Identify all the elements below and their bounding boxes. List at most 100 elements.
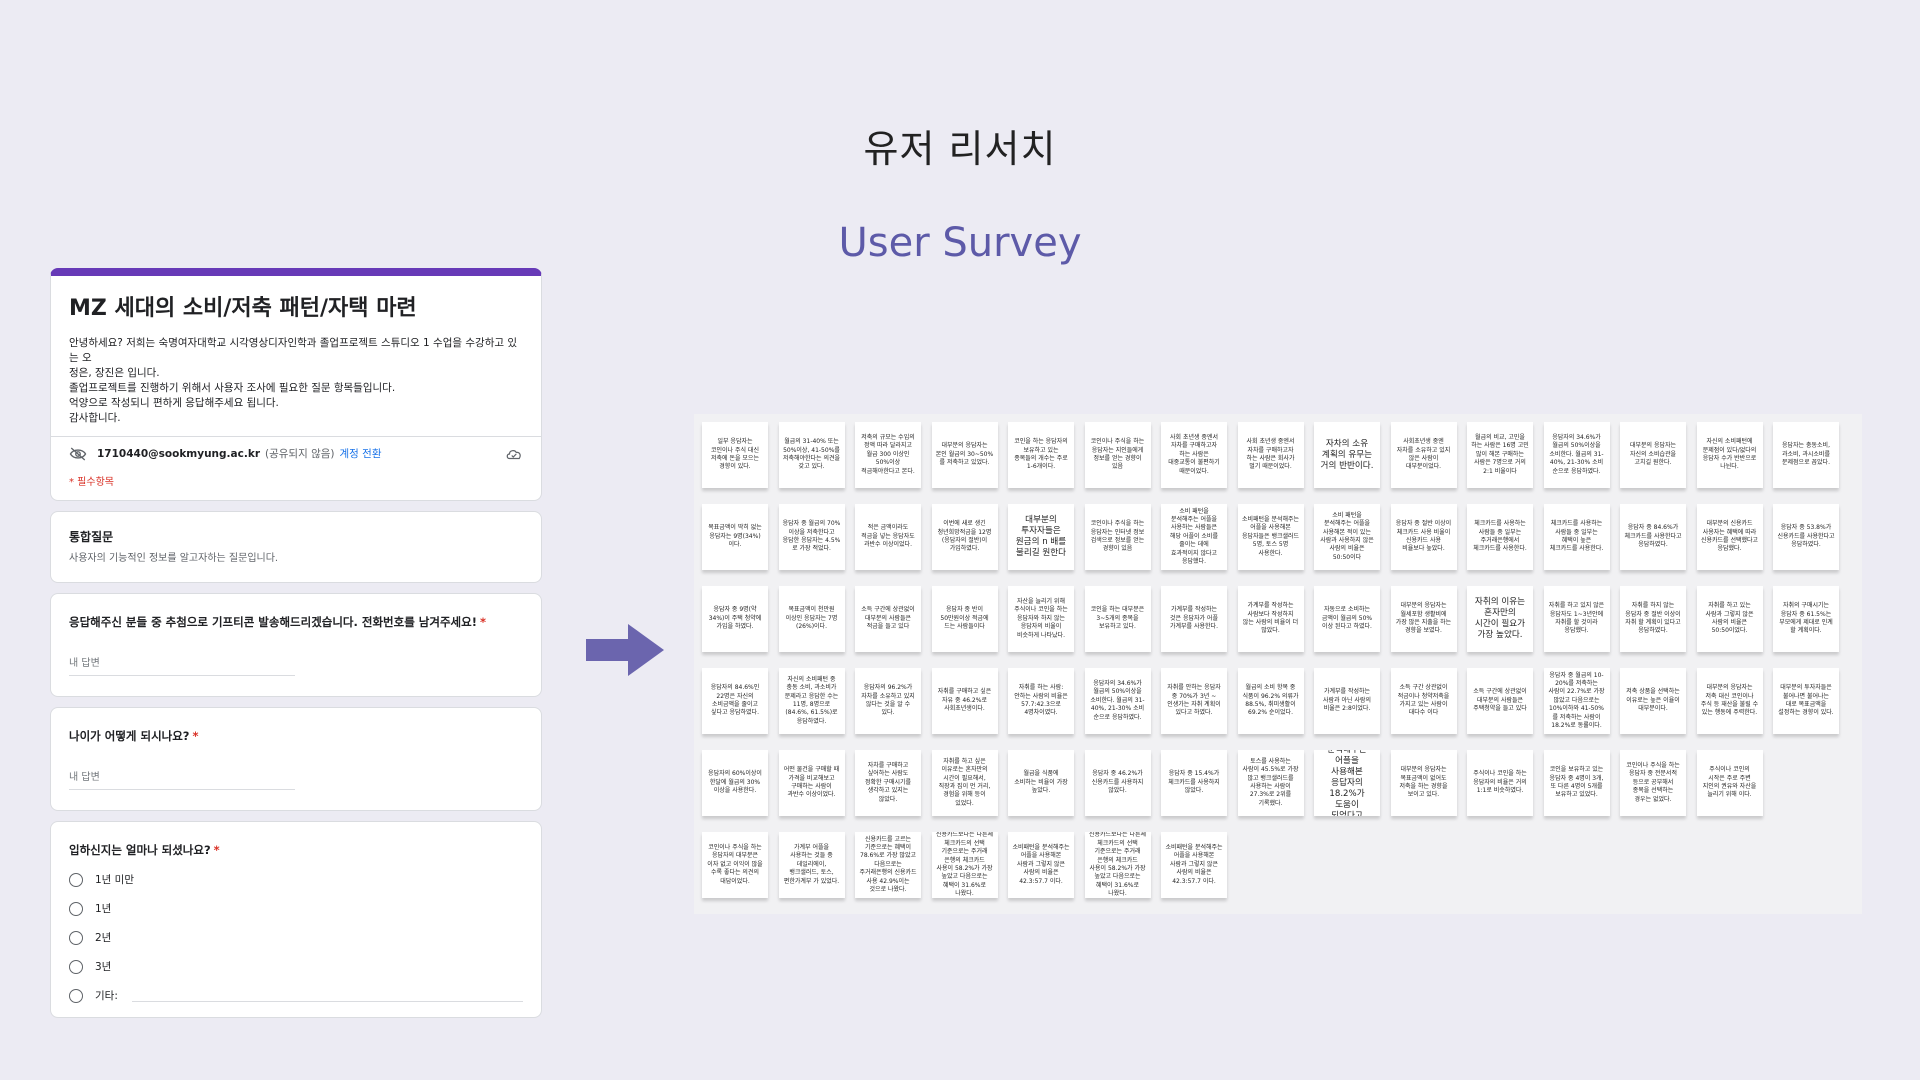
sticky-note-text: 가계부를 작성하는 사람보다 작성하지 않는 사람의 비율이 더 많았다. <box>1242 602 1299 635</box>
sticky-note: 코인이나 주식을 하는 응답자의 대부분은 이자 없고 이익이 많을 수록 좋다… <box>702 832 768 898</box>
sticky-note: 월급의 소비 항목 중 식품이 96.2% 의류가 88.5%, 취미생활이 6… <box>1237 668 1304 734</box>
form-description-line: 억양으로 작성되니 편하게 응답해주세요 됩니다. <box>69 397 279 409</box>
sticky-note-text: 적은 금액이라도 적금을 넣는 응답자도 과반수 이상이었다. <box>861 524 915 549</box>
form-title: MZ 세대의 소비/저축 패턴/자택 마련 <box>69 296 417 321</box>
sticky-note-text: 코인을 하는 대부분은 3~5개의 종목을 보유하고 있다. <box>1090 606 1145 631</box>
sticky-note-text: 코인이나 주식을 하는 응답자 중 전문서적 등으로 공부해서 종목을 선택하는… <box>1626 761 1680 803</box>
sticky-note: 대부분의 응답자는 목표금액이 없어도 저축을 하는 경향을 보이고 있다. <box>1390 750 1457 816</box>
sticky-note: 대부분의 응답자는 월세포함 생활비에 가장 많은 지출을 하는 경향을 보였다… <box>1390 586 1457 652</box>
sticky-note: 코인을 하는 응답자의 보유하고 있는 종목들의 개수는 주로 1-6개이다. <box>1008 422 1074 488</box>
age-answer-input[interactable]: 내 답변 <box>69 768 295 790</box>
form-description-line: 감사합니다. <box>69 412 121 424</box>
sticky-note-text: 대부분의 응답자는 본인 월급의 30~50%를 저축하고 있었다. <box>935 442 994 467</box>
sticky-note: 응답자 중 월급의 70%이상을 저축한다고 응답한 응답자는 4.5%로 가장… <box>778 504 845 570</box>
radio-label: 2년 <box>95 932 112 944</box>
sticky-note: 토스를 사용하는 사람이 45.5%로 가장 많고 뱅크샐러드를 사용하는 사람… <box>1237 750 1304 816</box>
sticky-note: 소비패턴을 분석해주는 어플을 사용해본 응답자의 18.2%가 도움이 되었다… <box>1314 750 1380 816</box>
survey-form: MZ 세대의 소비/저축 패턴/자택 마련 안녕하세요? 저희는 숙명여자대학교… <box>50 268 542 1028</box>
sticky-note: 저축의 규모는 수입의 정액 따라 달라지고 월급 300 이상인 50%이상 … <box>855 422 921 488</box>
switch-account-link[interactable]: 계정 전환 <box>340 446 382 461</box>
sticky-note-text: 대부분의 응답자는 저축 대신 코인이나 주식 등 재산을 불릴 수 있는 행동… <box>1700 684 1759 717</box>
sticky-note-text: 자신의 소비패턴 중 충동 소비, 과소비가 문제라고 응답한 수는 11명, … <box>784 675 839 725</box>
radio-button[interactable] <box>69 959 83 974</box>
form-header-card: MZ 세대의 소비/저축 패턴/자택 마련 안녕하세요? 저희는 숙명여자대학교… <box>50 268 542 501</box>
radio-option[interactable]: 3년 <box>69 959 523 974</box>
section-card: 통합질문 사용자의 기능적인 정보를 알고자하는 질문입니다. <box>50 511 542 583</box>
sticky-note-text: 코인이나 주식을 하는 응답자는 인터넷 정보 검색으로 정보를 얻는 경향이 … <box>1090 520 1145 553</box>
sticky-note-text: 사회 초년생 중엔서 자차를 구매하고자 하는 사람은 회사가 멀기 때문이었다… <box>1246 438 1295 471</box>
radio-option-other[interactable]: 기타: <box>69 988 523 1003</box>
sticky-note: 응답자 중 절반 이상이 체크카드 사용 비율이 신용카드 사용 비율보다 높았… <box>1390 504 1457 570</box>
sticky-note-text: 코인이나 주식을 하는 응답자는 지인들에게 정보를 얻는 경향이 있음 <box>1090 438 1145 471</box>
sticky-note-text: 응답자의 34.6%가 월급의 50%이상을 소비한다. 월급의 31-40%,… <box>1090 679 1145 721</box>
sticky-note: 소득 구간에 상관없이 대부분의 사람들은 적금을 들고 있다 <box>855 586 921 652</box>
account-row: 1710440@sookmyung.ac.kr (공유되지 않음) 계정 전환 <box>51 437 541 465</box>
sticky-note-text: 자신의 소비패턴에 문제점이 있다/없다의 응답자 수가 반반으로 나뉜다. <box>1702 438 1757 471</box>
sticky-note-text: 목표금액이 천만원 이상인 응답자는 7명(26%)이다. <box>785 606 838 631</box>
cloud-saved-icon <box>506 449 521 459</box>
sticky-note-text: 가계부 어플을 사용하는 것들 중 데일리에이, 뱅크샐러드, 토스, 편한가계… <box>783 843 840 885</box>
sticky-note: 자취를 하고 있지 않은 응답자도 1~3년안에 자취를 할 것이라 응답했다. <box>1543 586 1610 652</box>
sticky-note: 응답자의 60%이상이 한달에 월급의 30%이상을 사용한다. <box>702 750 768 816</box>
sticky-note: 가계부 어플을 사용하는 것들 중 데일리에이, 뱅크샐러드, 토스, 편한가계… <box>778 832 845 898</box>
sticky-note-text: 주식이나 코인을 하는 응답자의 비율은 거의 1:1로 비슷하였다. <box>1473 770 1527 795</box>
sticky-note-text: 저축 상품을 선택하는 이유로는 높은 이율이 대부분이다. <box>1626 688 1680 713</box>
not-shared-label: (공유되지 않음) <box>265 448 335 460</box>
sticky-note-text: 응답자 중 월급의 70%이상을 저축한다고 응답한 응답자는 4.5%로 가장… <box>782 520 841 553</box>
sticky-note: 소비패턴을 분석해주는 어플을 사용해본 응답자들은 뱅크샐러드 5명, 토스 … <box>1237 504 1304 570</box>
sticky-note-text: 사회초년생 중엔 자차를 소유하고 있지 않은 사람이 대부분이었다. <box>1396 438 1451 471</box>
sticky-note: 목표금액이 딱히 없는 응답자는 9명(34%)이다. <box>702 504 768 570</box>
sticky-note-text: 자취를 하고 있지 않은 응답자도 1~3년안에 자취를 할 것이라 응답했다. <box>1548 602 1605 635</box>
sticky-note: 신용카드보다는 다른체 체크카드의 선택 기준으로는 주거래 은행의 체크카드 … <box>931 832 998 898</box>
sticky-note: 코인이나 주식을 하는 응답자 중 전문서적 등으로 공부해서 종목을 선택하는… <box>1620 750 1686 816</box>
sticky-note-text: 응답자는 충동소비, 과소비, 과시소비를 문제점으로 꼽았다. <box>1782 442 1830 467</box>
radio-option[interactable]: 1년 <box>69 901 523 916</box>
radio-button[interactable] <box>69 988 83 1003</box>
form-description-line: 안녕하세요? 저희는 숙명여자대학교 시각영상디자인학과 졸업프로젝트 스튜디오… <box>69 337 518 364</box>
sticky-note: 월급의 31-40% 또는 50%이상, 41-50%를 저축해야한다는 의견을… <box>778 422 845 488</box>
sticky-note-text: 주식이나 코인의 시작은 주로 주변 지인의 권유와 자산을 늘리기 위해 이다… <box>1702 766 1757 799</box>
sticky-note: 자취를 하지 않는 응답자 중 절반 이상이 자취 할 계획이 있다고 응답하였… <box>1620 586 1686 652</box>
radio-option[interactable]: 1년 미만 <box>69 872 523 887</box>
sticky-note-text: 대부분의 응답자는 월세포함 생활비에 가장 많은 지출을 하는 경향을 보였다… <box>1395 602 1452 635</box>
phone-answer-input[interactable]: 내 답변 <box>69 654 295 676</box>
sticky-note: 사회 초년생 중엔서 자차를 구매하고자 하는 사람은 대중교통이 불편하기 때… <box>1161 422 1227 488</box>
sticky-note: 소비패턴을 분석해주는 어플을 사용해본 사람과 그렇지 않은 사람의 비율은 … <box>1008 832 1074 898</box>
sticky-note: 자취를 하고 싶은 이유로는 혼자만의 시간이 필요해서, 직장과 집이 먼 거… <box>931 750 998 816</box>
sticky-note-text: 체크카드를 사용하는 사람들 중 일부는 혜택이 높은 체크카드를 사용한다. <box>1549 520 1604 553</box>
radio-button[interactable] <box>69 872 83 887</box>
sticky-note-text: 소득 구간 상관없이 적금이나 청약저축을 가지고 있는 사람이 대다수 이다 <box>1397 684 1450 717</box>
sticky-note-text: 코인을 하는 응답자의 보유하고 있는 종목들의 개수는 주로 1-6개이다. <box>1014 438 1068 471</box>
sticky-note-text: 응답자의 34.6%가 월급의 50%이상을 소비한다. 월급의 31-40%,… <box>1549 433 1604 475</box>
sticky-note: 자취를 안하는 응답자 중 70%가 3년 ~ 인생가는 자취 계획이 있다고 … <box>1161 668 1227 734</box>
sticky-note-text: 신용카드보다는 다른체 체크카드의 선택 기준으로는 주거래 은행의 체크카드 … <box>935 832 994 898</box>
radio-option[interactable]: 2년 <box>69 930 523 945</box>
sticky-note-text: 응답자 중 절반 이상이 체크카드 사용 비율이 신용카드 사용 비율보다 높았… <box>1395 520 1452 553</box>
radio-button[interactable] <box>69 901 83 916</box>
sticky-note-text: 자취를 하는 사람: 안하는 사람의 비율은 57.7:42.3으로 4명차이였… <box>1014 684 1068 717</box>
sticky-note-text: 소득 구간에 상관없이 대부분의 사람들은 주택청약을 들고 있다 <box>1473 688 1527 713</box>
sticky-note: 자동으로 소비하는 금액이 월급의 50% 이상 된다고 하였다. <box>1314 586 1380 652</box>
sticky-note: 소득 구간 상관없이 적금이나 청약저축을 가지고 있는 사람이 대다수 이다 <box>1390 668 1457 734</box>
sticky-note: 월급의 비교, 고민을 하는 사람은 16명 고민 많이 해본 구매하는 사람은… <box>1467 422 1533 488</box>
sticky-note: 자취를 구매하고 싶은 자유 중 46.2%로 사회초년생이다. <box>931 668 998 734</box>
sticky-note-text: 대부분의 투자자들은 원금의 n 배를 불리길 원한다 <box>1015 515 1067 558</box>
sticky-note: 코인을 하는 대부분은 3~5개의 종목을 보유하고 있다. <box>1084 586 1151 652</box>
sticky-note-text: 코인을 보유하고 있는 응답자 중 4명이 3개, 또 다른 4명이 5개를 보… <box>1549 766 1604 799</box>
sticky-note: 저축 상품을 선택하는 이유로는 높은 이율이 대부분이다. <box>1620 668 1686 734</box>
sticky-note: 소비 패턴을 분석해주는 어플을 사용해본 적이 있는 사람과 사용하지 않은 … <box>1314 504 1380 570</box>
sticky-note: 대부분의 투자자들은 원금의 n 배를 불리길 원한다 <box>1008 504 1074 570</box>
sticky-note-text: 저축의 규모는 수입의 정액 따라 달라지고 월급 300 이상인 50%이상 … <box>861 433 915 475</box>
sticky-note: 응답자의 96.2%가 자차를 소유하고 있지 않다는 것을 알 수 있다. <box>855 668 921 734</box>
question-title: 응답해주신 분들 중 추첨으로 기프티콘 발송해드리겠습니다. 전화번호를 남겨… <box>69 614 523 630</box>
sticky-note-text: 소득 구간에 상관없이 대부분의 사람들은 적금을 들고 있다 <box>861 606 915 631</box>
section-title: 통합질문 <box>69 530 114 544</box>
radio-button[interactable] <box>69 930 83 945</box>
sticky-note-text: 소비패턴을 분석해주는 어플을 사용해본 응답자들은 뱅크샐러드 5명, 토스 … <box>1241 515 1300 557</box>
question-card-age: 나이가 어떻게 되시나요? * 내 답변 <box>50 707 542 811</box>
sticky-note-text: 응답자 중 46.2%가 신용카드를 사용하지 않았다. <box>1091 770 1144 795</box>
sticky-note: 응답자 중 15.4%가 체크카드를 사용하지 않았다. <box>1161 750 1227 816</box>
other-text-input[interactable] <box>131 990 523 1002</box>
sticky-note: 소비 패턴을 분석해주는 어플을 사용하는 사람들은 해당 어플이 소비를 줄이… <box>1161 504 1227 570</box>
sticky-note: 소비패턴을 분석해주는 어플을 사용해본 사람과 그렇지 않은 사람의 비율은 … <box>1161 832 1227 898</box>
